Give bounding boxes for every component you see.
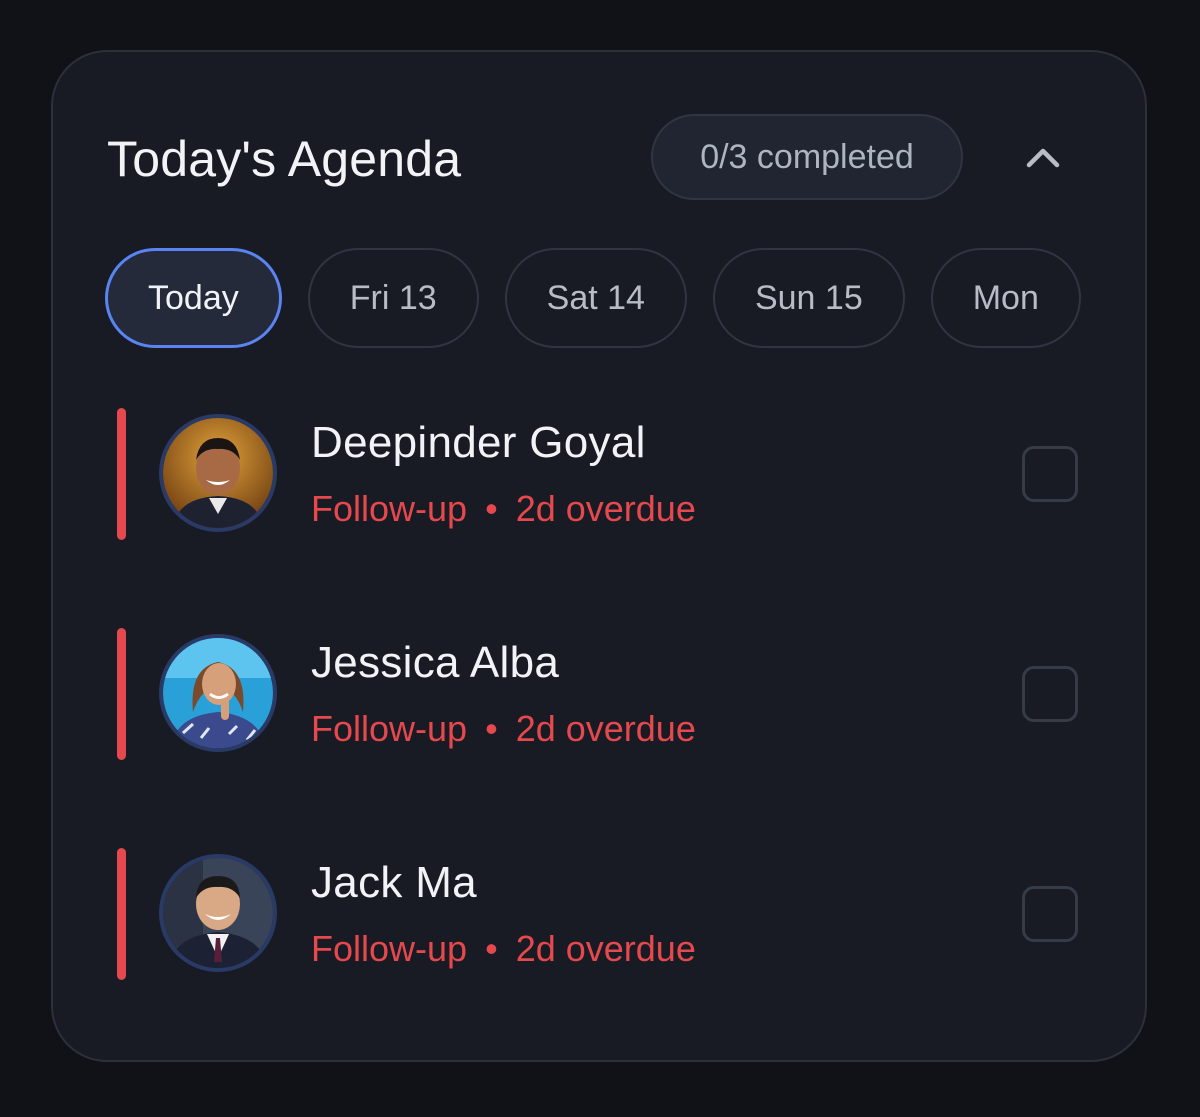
contact-name: Deepinder Goyal	[311, 418, 646, 467]
agenda-title: Today's Agenda	[107, 131, 462, 187]
agenda-item[interactable]: Deepinder Goyal Follow-up • 2d overdue	[53, 408, 1145, 542]
contact-name: Jessica Alba	[311, 638, 560, 687]
agenda-item[interactable]: Jack Ma Follow-up • 2d overdue	[53, 848, 1145, 982]
complete-checkbox[interactable]	[1022, 666, 1078, 722]
tab-fri-13[interactable]: Fri 13	[307, 248, 479, 348]
task-type: Follow-up	[311, 708, 468, 749]
overdue-status: 2d overdue	[515, 928, 696, 969]
complete-checkbox[interactable]	[1022, 886, 1078, 942]
tab-mon[interactable]: Mon	[930, 248, 1081, 348]
avatar	[159, 854, 277, 972]
overdue-status: 2d overdue	[515, 708, 696, 749]
meta-separator: •	[485, 708, 498, 749]
tab-sat-14[interactable]: Sat 14	[504, 248, 687, 348]
task-type: Follow-up	[311, 928, 468, 969]
agenda-meta: Follow-up • 2d overdue	[311, 708, 696, 750]
completion-badge: 0/3 completed	[651, 114, 963, 200]
task-type: Follow-up	[311, 488, 468, 529]
tab-today[interactable]: Today	[105, 248, 282, 348]
avatar	[159, 634, 277, 752]
meta-separator: •	[485, 488, 498, 529]
overdue-indicator	[117, 408, 126, 540]
avatar	[159, 414, 277, 532]
day-tabs: Today Fri 13 Sat 14 Sun 15 Mon	[105, 248, 1099, 348]
complete-checkbox[interactable]	[1022, 446, 1078, 502]
person-avatar-icon	[163, 858, 273, 968]
day-tabs-scroller[interactable]: Today Fri 13 Sat 14 Sun 15 Mon	[105, 248, 1099, 354]
meta-separator: •	[485, 928, 498, 969]
person-avatar-icon	[163, 638, 273, 748]
overdue-indicator	[117, 628, 126, 760]
contact-name: Jack Ma	[311, 858, 477, 907]
agenda-item[interactable]: Jessica Alba Follow-up • 2d overdue	[53, 628, 1145, 762]
overdue-indicator	[117, 848, 126, 980]
overdue-status: 2d overdue	[515, 488, 696, 529]
agenda-card: Today's Agenda 0/3 completed Today Fri 1…	[51, 50, 1147, 1062]
collapse-button[interactable]	[1013, 128, 1073, 188]
tab-sun-15[interactable]: Sun 15	[712, 248, 905, 348]
agenda-meta: Follow-up • 2d overdue	[311, 928, 696, 970]
person-avatar-icon	[163, 418, 273, 528]
chevron-up-icon	[1026, 148, 1060, 168]
agenda-meta: Follow-up • 2d overdue	[311, 488, 696, 530]
